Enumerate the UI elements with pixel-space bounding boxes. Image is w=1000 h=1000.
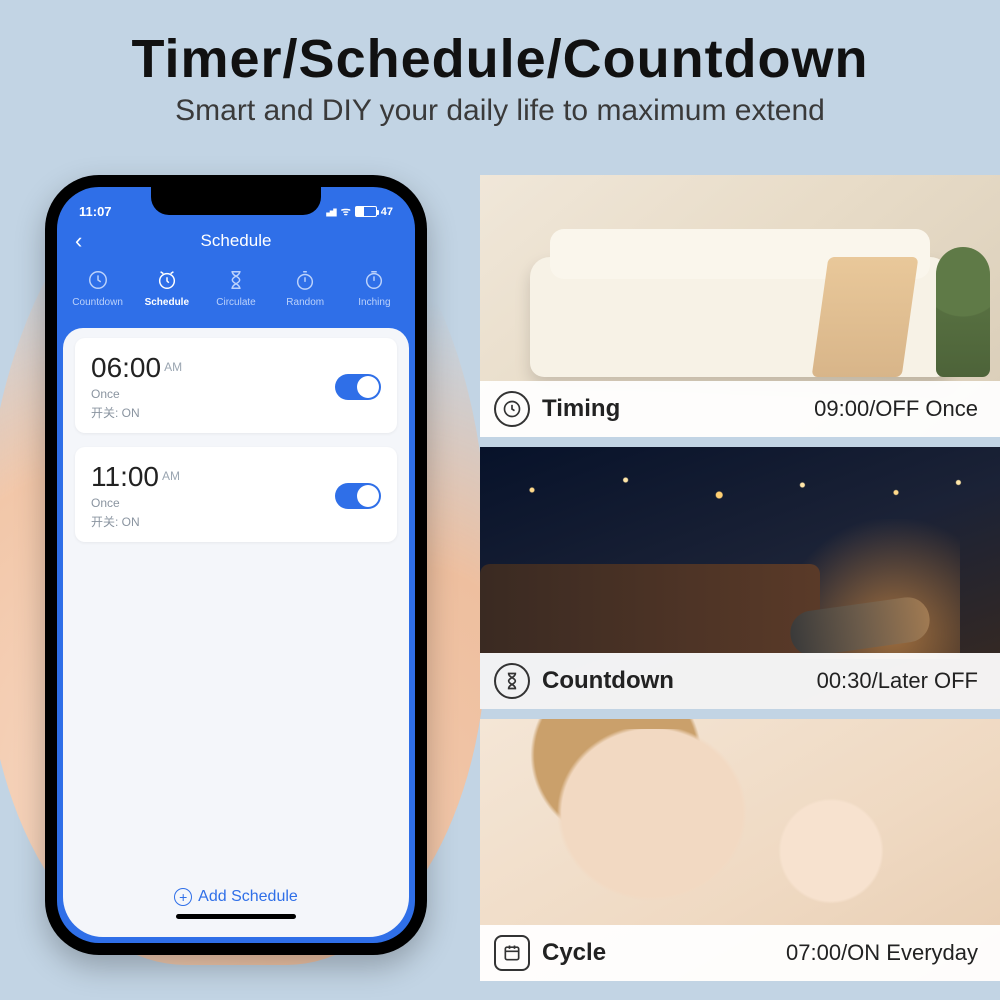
hourglass-icon	[225, 269, 247, 291]
plant-illustration	[936, 247, 990, 377]
wifi-icon: ᯤ	[341, 204, 351, 219]
item-time: 11:00	[91, 461, 159, 492]
item-meridiem: AM	[164, 360, 182, 374]
add-schedule-button[interactable]: + Add Schedule	[75, 878, 397, 912]
status-time: 11:07	[79, 204, 112, 219]
hourglass-icon	[494, 663, 530, 699]
alarm-icon	[156, 269, 178, 291]
tab-countdown[interactable]: Countdown	[63, 269, 132, 308]
hero-subtitle: Smart and DIY your daily life to maximum…	[40, 94, 960, 128]
add-label: Add Schedule	[198, 888, 298, 906]
phone-notch	[151, 187, 321, 215]
signal-icon	[323, 207, 337, 217]
nav-title: Schedule	[201, 231, 272, 251]
item-time: 06:00	[91, 352, 161, 383]
feature-title: Timing	[542, 395, 620, 423]
timer-icon	[363, 269, 385, 291]
feature-card-cycle: Cycle 07:00/ON Everyday	[480, 719, 1000, 981]
throw-blanket	[812, 257, 919, 377]
clock-icon	[87, 269, 109, 291]
phone-in-hand: 11:07 ᯤ 47 ‹ Schedule Countdown	[45, 175, 427, 955]
feature-title: Cycle	[542, 939, 606, 967]
tab-label: Random	[286, 297, 324, 308]
item-repeat: Once	[91, 496, 180, 510]
plus-icon: +	[174, 888, 192, 906]
feature-title: Countdown	[542, 667, 674, 695]
item-meridiem: AM	[162, 469, 180, 483]
feature-card-timing: Timing 09:00/OFF Once	[480, 175, 1000, 437]
bokeh-lights	[480, 465, 1000, 515]
battery-icon	[355, 206, 377, 217]
item-toggle[interactable]	[335, 483, 381, 509]
item-repeat: Once	[91, 387, 182, 401]
item-toggle[interactable]	[335, 374, 381, 400]
couch-illustration	[480, 564, 820, 654]
clock-icon	[494, 391, 530, 427]
tab-inching[interactable]: Inching	[340, 269, 409, 308]
item-action: 开关: ON	[91, 513, 180, 530]
feature-card-countdown: Countdown 00:30/Later OFF	[480, 447, 1000, 709]
phone-frame: 11:07 ᯤ 47 ‹ Schedule Countdown	[45, 175, 427, 955]
item-action: 开关: ON	[91, 404, 182, 421]
tab-circulate[interactable]: Circulate	[201, 269, 270, 308]
back-button[interactable]: ‹	[75, 228, 82, 254]
mode-tabs: Countdown Schedule Circulate Random Inch…	[57, 261, 415, 324]
tab-label: Schedule	[145, 297, 189, 308]
battery-pct: 47	[381, 206, 393, 218]
tab-random[interactable]: Random	[271, 269, 340, 308]
feature-value: 00:30/Later OFF	[817, 668, 978, 694]
schedule-item[interactable]: 06:00AM Once 开关: ON	[75, 338, 397, 433]
nav-bar: ‹ Schedule	[57, 221, 415, 261]
tab-schedule[interactable]: Schedule	[132, 269, 201, 308]
feature-value: 09:00/OFF Once	[814, 396, 978, 422]
feature-column: Timing 09:00/OFF Once Countdown 00:30/La…	[480, 175, 1000, 981]
schedule-card: 06:00AM Once 开关: ON 11:00AM Once 开关: ON	[63, 328, 409, 937]
phone-screen: 11:07 ᯤ 47 ‹ Schedule Countdown	[57, 187, 415, 943]
stopwatch-icon	[294, 269, 316, 291]
hero-title: Timer/Schedule/Countdown	[40, 28, 960, 90]
calendar-icon	[494, 935, 530, 971]
tab-label: Countdown	[72, 297, 123, 308]
tab-label: Inching	[358, 297, 390, 308]
feature-value: 07:00/ON Everyday	[786, 940, 978, 966]
home-indicator	[176, 914, 296, 919]
tab-label: Circulate	[216, 297, 255, 308]
schedule-item[interactable]: 11:00AM Once 开关: ON	[75, 447, 397, 542]
